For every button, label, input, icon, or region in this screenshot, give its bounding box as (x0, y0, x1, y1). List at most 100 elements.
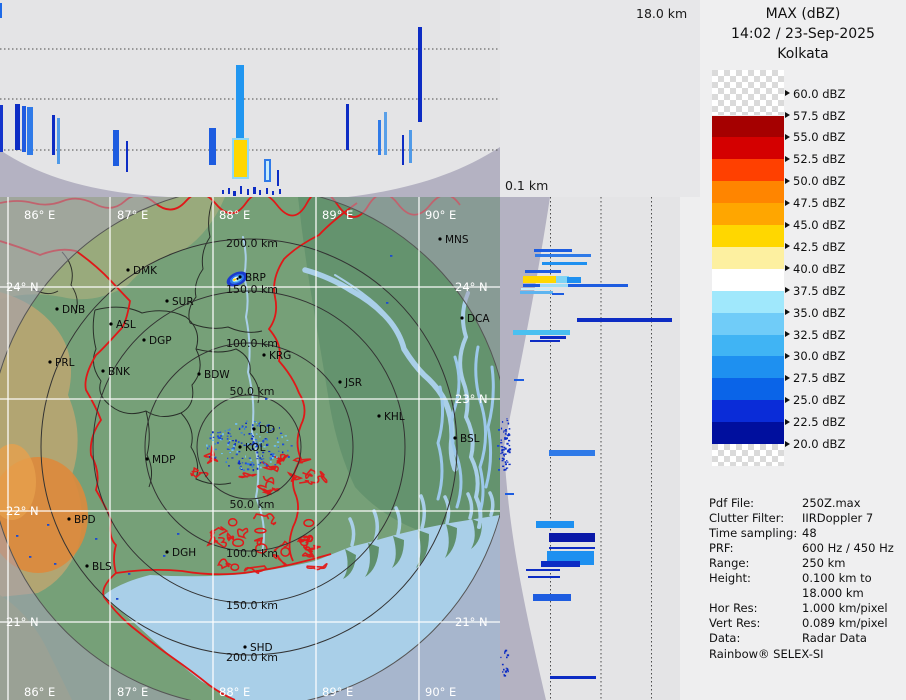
latitude-label-left: 22° N (6, 504, 39, 518)
meta-label: Height: (709, 571, 751, 585)
city-label: SHD (250, 642, 273, 654)
legend-panel: MAX (dBZ) 14:02 / 23-Sep-2025 Kolkata Pd… (700, 0, 906, 700)
city-label: BPD (74, 514, 96, 526)
scale-label: 45.0 dBZ (793, 218, 846, 232)
echo-bar (521, 288, 553, 290)
echo-bar (232, 138, 249, 179)
echo-speck (47, 524, 50, 526)
software-credit: Rainbow® SELEX-SI (709, 647, 824, 661)
echo-speck (116, 598, 119, 600)
echo-speck (265, 398, 268, 400)
meta-label: Hor Res: (709, 601, 758, 615)
echo-bar (27, 107, 33, 155)
meta-row: Hor Res: 1.000 km/pixel (709, 601, 904, 616)
city-marker-dot (262, 353, 266, 357)
echo-bar (409, 130, 412, 163)
echo-speck (54, 563, 57, 565)
echo-dust (240, 186, 242, 194)
meta-label: Range: (709, 556, 750, 570)
longitude-label-top: 88° E (219, 208, 250, 222)
height-gridlines (0, 48, 500, 151)
meta-value: 18.000 km (802, 586, 864, 600)
scale-arrow-icon (785, 265, 790, 272)
echo-dust (266, 188, 268, 194)
height-axis-start-label: 0.1 km (505, 178, 549, 193)
city-marker-dot (48, 360, 52, 364)
scale-arrow-icon (785, 221, 790, 228)
scale-band (712, 312, 784, 336)
meta-value: 1.000 km/pixel (802, 601, 888, 615)
scale-arrow-icon (785, 177, 790, 184)
longitude-label-bottom: 88° E (219, 685, 250, 699)
echo-bar (567, 277, 581, 283)
checker-above-scale (712, 70, 784, 115)
city-label: PRL (55, 357, 75, 369)
echo-bar (209, 128, 216, 165)
scale-label: 42.5 dBZ (793, 239, 846, 254)
meta-value: 250Z.max (802, 496, 861, 510)
city-marker-dot (67, 517, 71, 521)
echo-bar (0, 105, 3, 152)
range-ring-label: 150.0 km (226, 599, 278, 612)
max-height-axis-label: 18.0 km (636, 6, 688, 21)
meta-label: Data: (709, 631, 741, 645)
scale-label: 50.0 dBZ (793, 174, 846, 189)
city-label: DMK (133, 265, 158, 277)
meta-row: Data: Radar Data (709, 631, 904, 646)
longitude-label-bottom: 89° E (322, 685, 353, 699)
corner-area: 18.0 km 0.1 km (500, 0, 700, 197)
top-height-profile-panel (0, 0, 500, 197)
city-marker-dot (238, 275, 242, 279)
meta-value: 0.100 km to (802, 571, 872, 585)
scale-label: 27.5 dBZ (793, 371, 846, 386)
echo-speck (29, 556, 32, 558)
latitude-label-right: 23° N (455, 392, 488, 406)
latitude-label-left: 21° N (6, 615, 39, 629)
radar-display: 18.0 km 0.1 km 86° E 86° E 87° E 87° E 8… (0, 0, 906, 700)
meta-label: Pdf File: (709, 496, 755, 510)
scale-label: 57.5 dBZ (793, 108, 846, 123)
city-label: DNB (62, 304, 85, 316)
echo-dust (279, 189, 281, 194)
scale-band (712, 334, 784, 357)
scale-arrow-icon (785, 287, 790, 294)
echo-bar (0, 3, 2, 18)
longitude-label-bottom: 86° E (24, 685, 55, 699)
city-marker-dot (85, 564, 89, 568)
scale-band (712, 203, 784, 226)
longitude-label-top: 87° E (117, 208, 148, 222)
city-marker-dot (238, 445, 242, 449)
meta-row: 18.000 km (709, 586, 904, 601)
scale-arrow-icon (785, 309, 790, 316)
city-marker-dot (252, 427, 256, 431)
city-label: DGP (149, 335, 172, 347)
range-ring-label: 150.0 km (226, 283, 278, 296)
echo-bar (505, 493, 514, 495)
city-marker-dot (243, 645, 247, 649)
range-ring-label: 100.0 km (226, 337, 278, 350)
city-label: BRP (245, 272, 266, 284)
city-label: DGH (172, 547, 196, 559)
scale-label: 37.5 dBZ (793, 283, 846, 298)
echo-dust (272, 191, 274, 195)
scale-band (712, 137, 784, 160)
city-label: JSR (344, 377, 362, 389)
city-marker-dot (165, 299, 169, 303)
city-marker-dot (165, 550, 169, 554)
echo-bar (126, 141, 128, 172)
echo-speck (163, 555, 166, 557)
height-gridlines (550, 197, 652, 700)
city-label: KHL (384, 411, 405, 423)
echo-bar (530, 340, 560, 342)
echo-speck (95, 538, 98, 540)
echo-bar (534, 249, 572, 252)
echo-bar (577, 318, 672, 322)
echo-speck (390, 255, 393, 257)
scale-arrow-icon (785, 331, 790, 337)
scale-band (712, 268, 784, 292)
city-marker-dot (126, 268, 130, 272)
echo-bar (52, 115, 55, 155)
echo-bar (264, 159, 271, 182)
echo-bar (513, 330, 570, 335)
scale-label: 32.5 dBZ (793, 327, 846, 342)
